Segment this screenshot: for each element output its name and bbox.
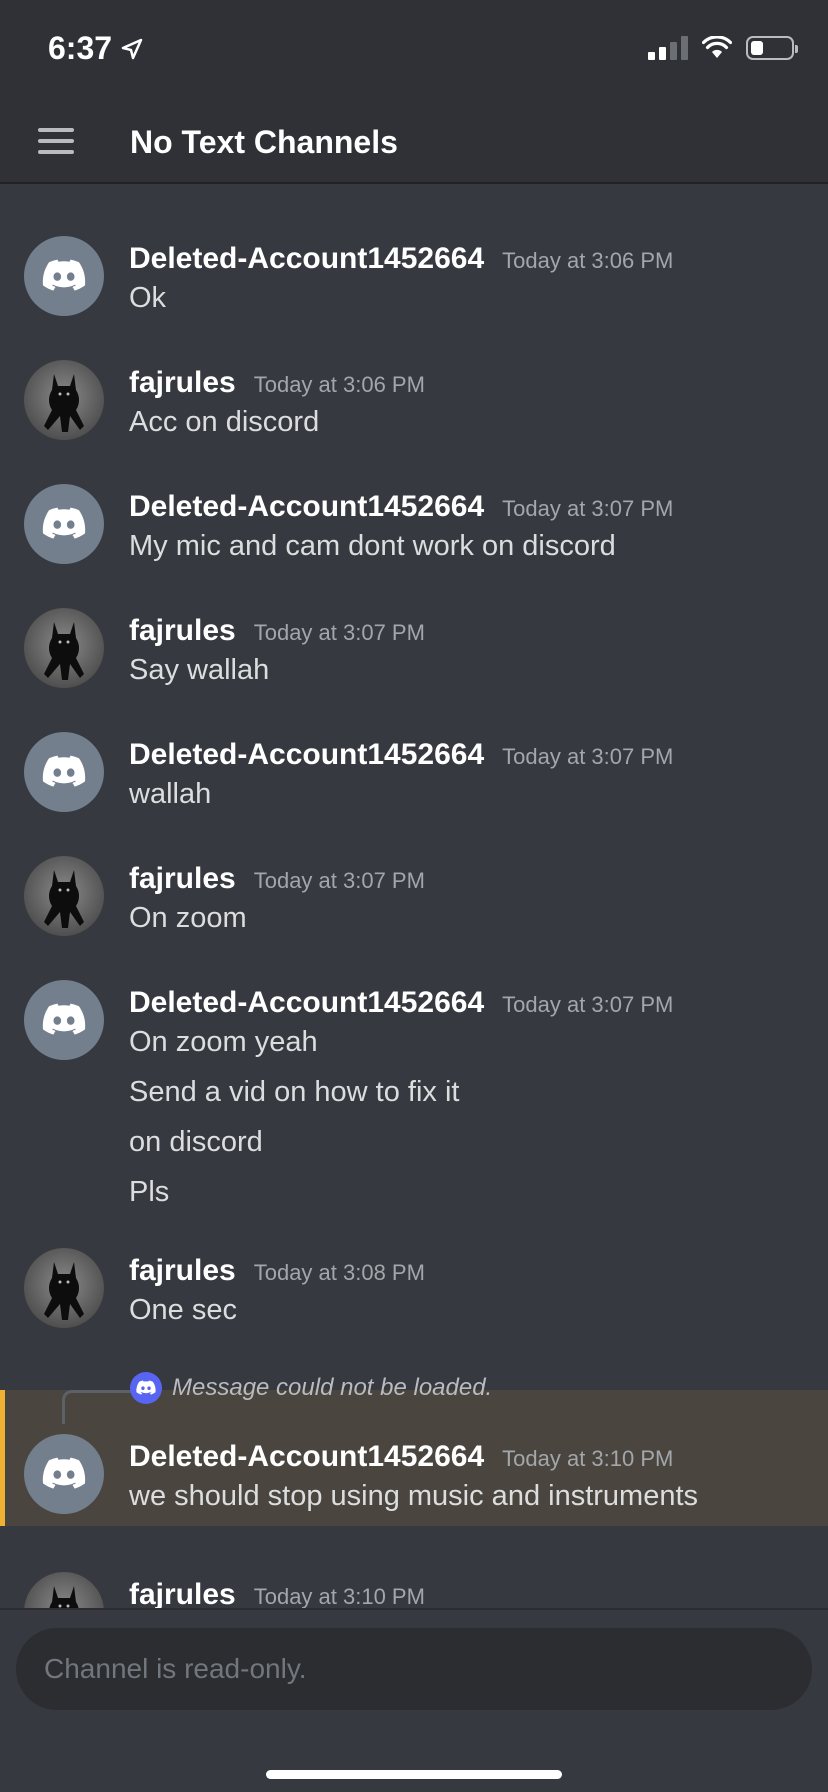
message-timestamp: Today at 3:07 PM [253, 868, 425, 893]
discord-avatar-icon[interactable] [24, 484, 104, 564]
message-text: On zoom yeah [129, 1026, 318, 1058]
discord-avatar-icon[interactable] [24, 1434, 104, 1514]
cellular-signal-icon [648, 36, 688, 60]
message-header: Deleted-Account1452664 Today at 3:07 PM [129, 986, 673, 1020]
message-timestamp: Today at 3:07 PM [253, 620, 425, 645]
message-header: fajrules Today at 3:10 PM [129, 1578, 425, 1608]
message-header: fajrules Today at 3:08 PM [129, 1254, 425, 1288]
reply-discord-icon [130, 1372, 162, 1404]
message-timestamp: Today at 3:07 PM [502, 744, 674, 769]
message-author[interactable]: fajrules [129, 366, 236, 400]
status-bar: 6:37 [0, 0, 828, 100]
message-author[interactable]: Deleted-Account1452664 [129, 1440, 484, 1474]
message-text: Acc on discord [129, 406, 320, 438]
message-text: wallah [129, 778, 212, 810]
message-timestamp: Today at 3:06 PM [253, 372, 425, 397]
status-time-text: 6:37 [48, 30, 113, 66]
status-indicators [648, 36, 798, 60]
message-list[interactable]: Deleted-Account1452664 Today at 3:06 PM Ok… [0, 184, 828, 1608]
message-header: fajrules Today at 3:07 PM [129, 614, 425, 648]
message-header: Deleted-Account1452664 Today at 3:10 PM [129, 1440, 673, 1474]
message-text: My mic and cam dont work on discord [129, 530, 616, 562]
message-timestamp: Today at 3:07 PM [502, 992, 674, 1017]
discord-avatar-icon[interactable] [24, 236, 104, 316]
message-text: we should stop using music and instrumen… [129, 1480, 699, 1512]
message-author[interactable]: fajrules [129, 614, 236, 648]
message-text: Say wallah [129, 654, 270, 686]
message-text: Ok [129, 282, 167, 314]
user-avatar[interactable] [24, 360, 104, 440]
message-author[interactable]: Deleted-Account1452664 [129, 986, 484, 1020]
status-time: 6:37 [48, 30, 144, 67]
home-indicator[interactable] [266, 1770, 562, 1779]
reply-preview-text[interactable]: Message could not be loaded. [172, 1374, 492, 1402]
message-header: Deleted-Account1452664 Today at 3:07 PM [129, 738, 673, 772]
channel-header: No Text Channels [0, 100, 828, 184]
message-text: Pls [129, 1176, 170, 1208]
location-arrow-icon [121, 38, 143, 59]
message-author[interactable]: fajrules [129, 1254, 236, 1288]
message-author[interactable]: fajrules [129, 1578, 236, 1608]
message-input[interactable]: Channel is read-only. [16, 1628, 812, 1710]
message-text: on discord [129, 1126, 263, 1158]
wifi-icon [702, 36, 732, 58]
message-text: Send a vid on how to fix it [129, 1076, 460, 1108]
message-header: fajrules Today at 3:06 PM [129, 366, 425, 400]
message-author[interactable]: fajrules [129, 862, 236, 896]
message-header: fajrules Today at 3:07 PM [129, 862, 425, 896]
user-avatar[interactable] [24, 1572, 104, 1608]
message-timestamp: Today at 3:10 PM [253, 1584, 425, 1608]
message-timestamp: Today at 3:06 PM [502, 248, 674, 273]
battery-icon [746, 36, 798, 60]
channel-title: No Text Channels [130, 124, 398, 160]
user-avatar[interactable] [24, 1248, 104, 1328]
hamburger-menu-icon[interactable] [38, 128, 74, 156]
message-author[interactable]: Deleted-Account1452664 [129, 490, 484, 524]
user-avatar[interactable] [24, 608, 104, 688]
discord-avatar-icon[interactable] [24, 732, 104, 812]
message-text: One sec [129, 1294, 237, 1326]
user-avatar[interactable] [24, 856, 104, 936]
composer-bar: Channel is read-only. [0, 1608, 828, 1792]
message-timestamp: Today at 3:10 PM [502, 1446, 674, 1471]
reply-connector [62, 1390, 132, 1424]
discord-avatar-icon[interactable] [24, 980, 104, 1060]
message-timestamp: Today at 3:08 PM [253, 1260, 425, 1285]
message-timestamp: Today at 3:07 PM [502, 496, 674, 521]
message-text: On zoom [129, 902, 247, 934]
message-header: Deleted-Account1452664 Today at 3:06 PM [129, 242, 673, 276]
message-author[interactable]: Deleted-Account1452664 [129, 242, 484, 276]
message-author[interactable]: Deleted-Account1452664 [129, 738, 484, 772]
message-header: Deleted-Account1452664 Today at 3:07 PM [129, 490, 673, 524]
